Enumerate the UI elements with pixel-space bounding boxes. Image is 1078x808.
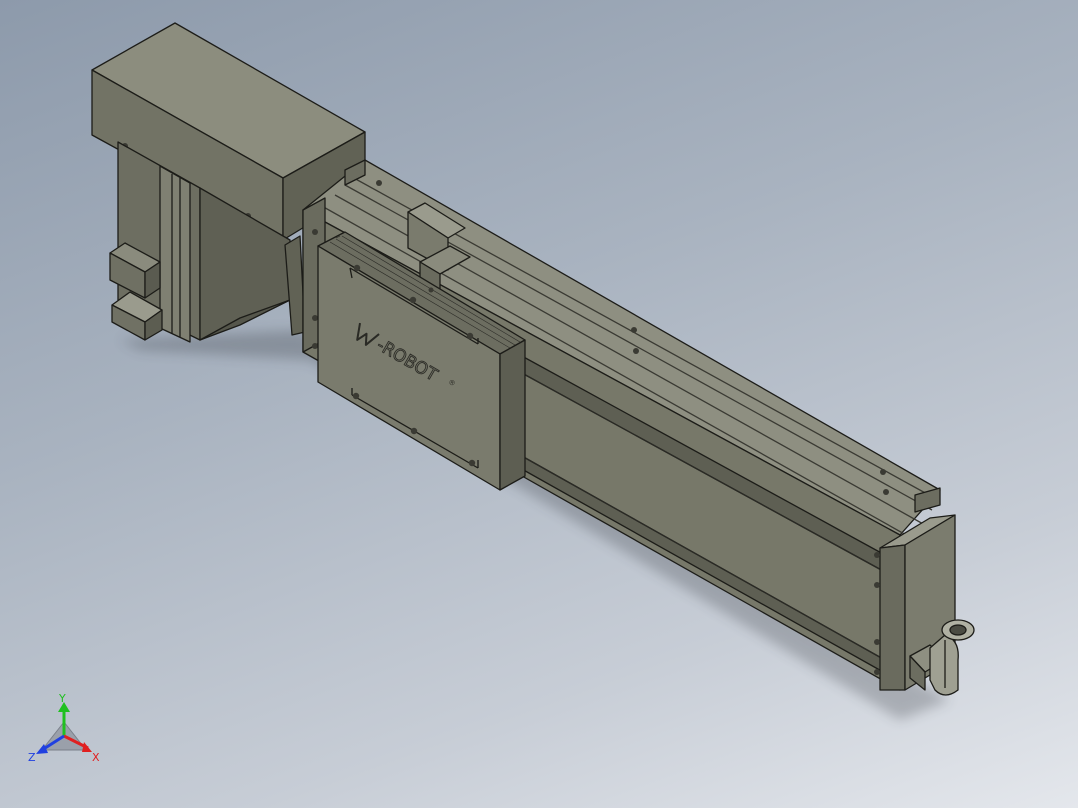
z-axis-label: Z bbox=[28, 751, 36, 764]
y-axis-label: Y bbox=[58, 692, 66, 705]
motor-coupling bbox=[284, 235, 306, 336]
linear-actuator-model[interactable]: -ROBOT ® bbox=[91, 22, 975, 696]
axis-triad: Y X Z bbox=[28, 692, 100, 764]
x-axis-label: X bbox=[92, 751, 100, 764]
cad-viewport[interactable]: -ROBOT ® bbox=[0, 0, 1078, 808]
